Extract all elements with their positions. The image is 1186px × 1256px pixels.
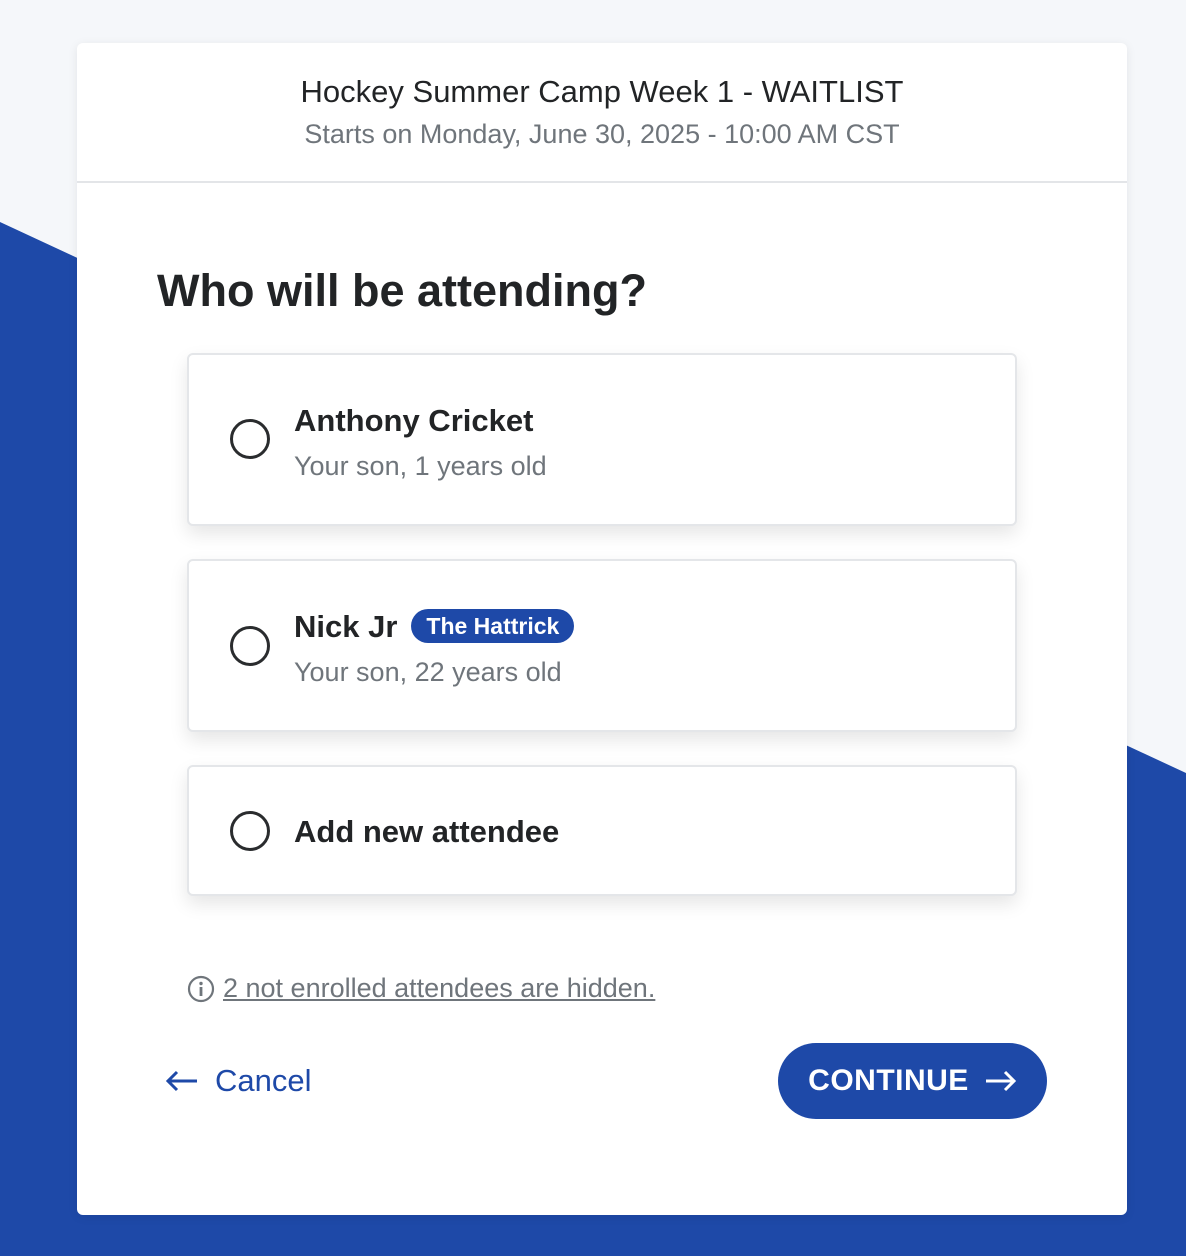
arrow-right-icon (985, 1070, 1016, 1092)
cancel-button[interactable]: Cancel (165, 1063, 312, 1099)
radio-button[interactable] (230, 811, 270, 851)
attendee-detail: Your son, 1 years old (294, 451, 547, 481)
arrow-left-icon (165, 1070, 197, 1092)
attendee-option-nick[interactable]: Nick Jr The Hattrick Your son, 22 years o… (187, 559, 1017, 732)
registration-card: Hockey Summer Camp Week 1 - WAITLIST Sta… (77, 43, 1127, 1215)
continue-button[interactable]: CONTINUE (778, 1043, 1047, 1119)
team-badge: The Hattrick (411, 609, 575, 643)
event-title: Hockey Summer Camp Week 1 - WAITLIST (300, 74, 904, 109)
radio-button[interactable] (230, 626, 270, 666)
attendee-detail: Your son, 22 years old (294, 657, 562, 687)
info-icon (187, 975, 215, 1002)
attendee-name-row: Nick Jr The Hattrick (294, 609, 575, 645)
show-hidden-attendees-link[interactable]: 2 not enrolled attendees are hidden. (223, 973, 655, 1004)
attendee-name: Anthony Cricket (294, 403, 534, 438)
attendee-name: Nick Jr (294, 609, 398, 644)
add-new-attendee-option[interactable]: Add new attendee (187, 765, 1017, 896)
cancel-label: Cancel (215, 1063, 312, 1098)
event-header: Hockey Summer Camp Week 1 - WAITLIST Sta… (77, 43, 1127, 183)
continue-label: CONTINUE (808, 1064, 969, 1097)
attendee-question: Who will be attending? (157, 265, 647, 316)
hidden-attendees-note: 2 not enrolled attendees are hidden. (187, 973, 655, 1004)
radio-button[interactable] (230, 419, 270, 459)
add-attendee-label: Add new attendee (294, 814, 560, 849)
attendee-option-anthony[interactable]: Anthony Cricket Your son, 1 years old (187, 353, 1017, 526)
event-start-date: Starts on Monday, June 30, 2025 - 10:00 … (304, 119, 900, 149)
